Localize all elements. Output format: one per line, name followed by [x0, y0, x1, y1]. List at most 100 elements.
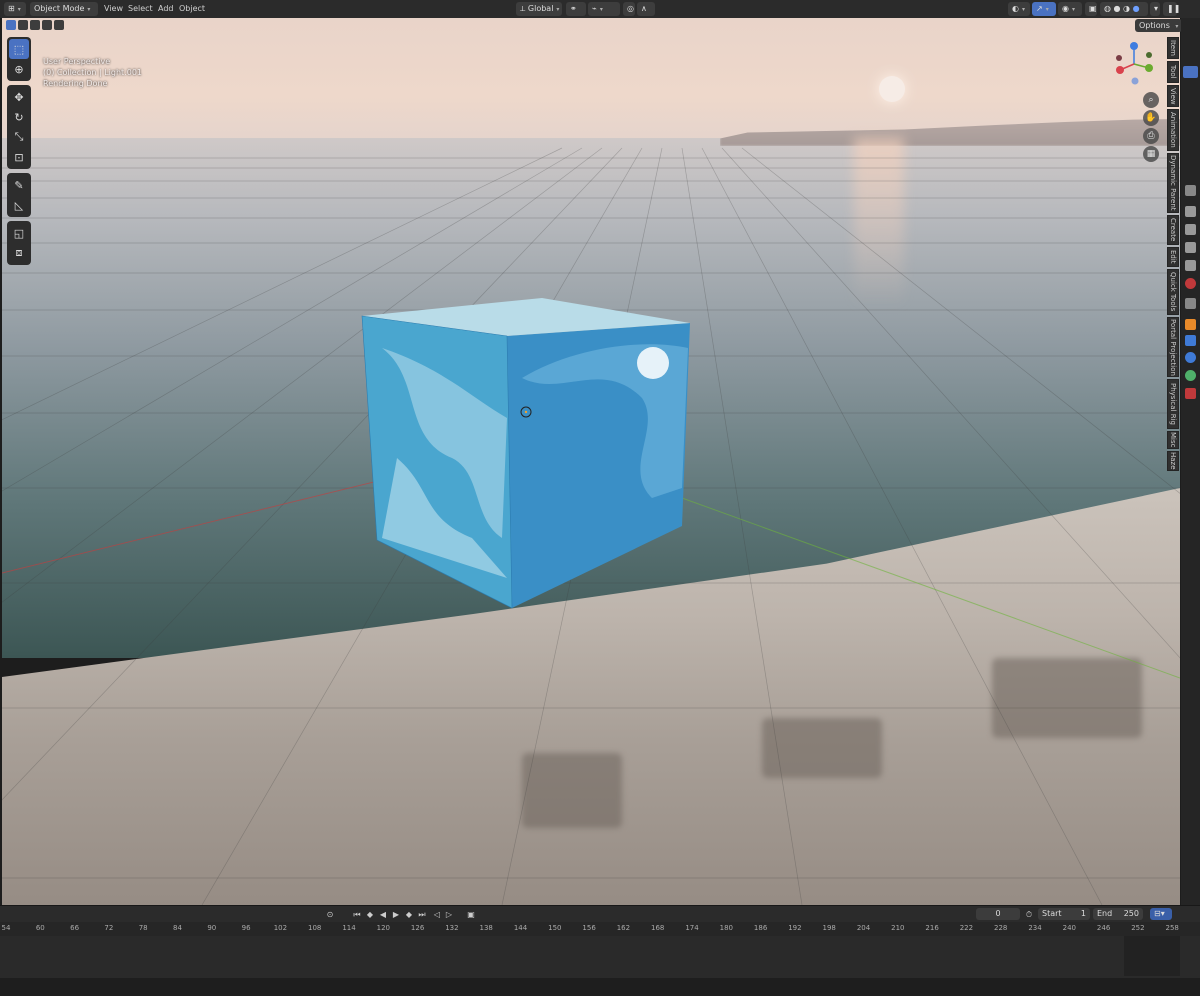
pivot-icon[interactable]: ⚭	[566, 2, 586, 16]
timeline-out-of-range	[1124, 936, 1180, 976]
next-frame-icon[interactable]: ▷	[444, 909, 454, 920]
select-box-icon[interactable]: ⬚	[9, 39, 29, 59]
scene-properties-icon[interactable]	[1185, 260, 1196, 271]
menu-select[interactable]: Select	[128, 2, 153, 16]
timeline-view-icon[interactable]: ⊟▾	[1150, 908, 1172, 920]
zoom-icon[interactable]: ⌕	[1143, 92, 1159, 108]
pause-icon[interactable]: ❚❚	[1163, 2, 1180, 16]
tool-properties-icon[interactable]	[1185, 185, 1196, 196]
ruler-tick: 72	[104, 924, 114, 932]
options-dropdown[interactable]: Options ▾	[1135, 19, 1183, 32]
ruler-tick: 186	[753, 924, 768, 932]
overlay-toggle-icon[interactable]: ◉ ▾	[1058, 2, 1082, 16]
rotate-icon[interactable]: ↻	[9, 107, 29, 127]
tab-physical-rig[interactable]: Physical Rig	[1167, 379, 1179, 429]
scale-icon[interactable]: ⤡	[9, 127, 29, 147]
record-icon[interactable]: ⊙	[325, 909, 335, 920]
stopwatch-icon[interactable]: ⏱	[1024, 909, 1034, 920]
world-properties-icon[interactable]	[1185, 278, 1196, 289]
transform-icon[interactable]: ⊡	[9, 147, 29, 167]
select-subtract-icon[interactable]	[30, 20, 40, 30]
tab-dynamic-parent[interactable]: Dynamic Parent	[1167, 153, 1179, 213]
hand-pan-icon[interactable]: ✋	[1143, 110, 1159, 126]
grid-view-icon[interactable]: ▦	[1143, 146, 1159, 162]
properties-tab-strip	[1181, 18, 1200, 905]
select-extend-icon[interactable]	[18, 20, 28, 30]
ruler-tick: 246	[1096, 924, 1111, 932]
tab-view[interactable]: View	[1167, 85, 1179, 107]
prev-frame-icon[interactable]: ◁	[432, 909, 442, 920]
falloff-icon[interactable]: ∧	[637, 2, 655, 16]
sidebar-tabs: Item Tool View Animation Dynamic Parent …	[1167, 37, 1179, 473]
annotate-icon[interactable]: ✎	[9, 175, 29, 195]
select-intersect-icon[interactable]	[54, 20, 64, 30]
ice-cube-object[interactable]	[361, 298, 690, 609]
physics-properties-icon[interactable]	[1185, 352, 1196, 363]
3d-viewport[interactable]: User Perspective (0) Collection | Light.…	[2, 18, 1180, 905]
visibility-icon[interactable]: ◐ ▾	[1008, 2, 1030, 16]
ruler-tick: 90	[207, 924, 217, 932]
modifier-properties-icon[interactable]	[1185, 335, 1196, 346]
timeline-track-area[interactable]	[0, 936, 1200, 978]
z-axis-icon	[1130, 42, 1138, 50]
tab-animation[interactable]: Animation	[1167, 109, 1179, 151]
tab-edit[interactable]: Edit	[1167, 247, 1179, 267]
extrude-icon[interactable]: ⧈	[9, 243, 29, 263]
tab-haze[interactable]: Haze	[1167, 451, 1179, 471]
jump-start-icon[interactable]: ⏮	[352, 909, 362, 920]
proportional-edit-icon[interactable]: ◎	[623, 2, 635, 16]
play-reverse-icon[interactable]: ◀	[378, 909, 388, 920]
collection-properties-icon[interactable]	[1185, 298, 1196, 309]
shading-modes[interactable]: ◍ ● ◑ ●	[1100, 2, 1148, 16]
timeline-ruler[interactable]: 54 60 66 72 78 84 90 96 102 108 114 120 126 132 138 144…	[0, 922, 1200, 936]
xray-icon[interactable]: ▣	[1085, 2, 1097, 16]
add-cube-icon[interactable]: ◱	[9, 223, 29, 243]
ruler-tick: 240	[1062, 924, 1076, 932]
keying-icon[interactable]: ▣	[466, 909, 476, 920]
menu-object[interactable]: Object	[179, 2, 205, 16]
tab-create[interactable]: Create	[1167, 215, 1179, 245]
navigation-gizmo[interactable]	[1113, 40, 1159, 86]
menu-add[interactable]: Add	[158, 2, 174, 16]
view-layer-icon[interactable]	[1185, 242, 1196, 253]
mode-dropdown[interactable]: Object Mode ▾	[30, 2, 98, 16]
jump-end-icon[interactable]: ⏭	[417, 909, 427, 920]
menu-view[interactable]: View	[104, 2, 123, 16]
measure-icon[interactable]: ◺	[9, 195, 29, 215]
view-name: User Perspective	[43, 57, 111, 66]
orientation-dropdown[interactable]: ⟂ Global ▾	[516, 2, 562, 16]
tab-portal-projection[interactable]: Portal Projection	[1167, 317, 1179, 377]
current-frame-field[interactable]: 0	[976, 908, 1020, 920]
prev-keyframe-icon[interactable]: ◆	[365, 909, 375, 920]
move-icon[interactable]: ✥	[9, 87, 29, 107]
orientation-label: Global	[527, 4, 554, 13]
render-properties-icon[interactable]	[1185, 206, 1196, 217]
object-properties-icon[interactable]	[1185, 319, 1196, 330]
cursor-icon[interactable]: ⊕	[9, 59, 29, 79]
camera-icon[interactable]: ⎙	[1143, 128, 1159, 144]
gizmo-toggle-icon[interactable]: ↗ ▾	[1032, 2, 1056, 16]
tab-tool[interactable]: Tool	[1167, 61, 1179, 83]
end-value: 250	[1123, 909, 1139, 918]
tab-misc[interactable]: Misc	[1167, 431, 1179, 449]
ruler-tick: 96	[241, 924, 251, 932]
properties-active-tab-icon[interactable]	[1183, 66, 1198, 78]
start-frame-field[interactable]: Start 1	[1038, 908, 1090, 920]
collection-info: (0) Collection | Light.001	[43, 68, 143, 77]
tab-item[interactable]: Item	[1167, 37, 1179, 59]
editor-type-icon[interactable]: ⊞ ▾	[4, 2, 26, 16]
snap-icon[interactable]: ⌁ ▾	[588, 2, 620, 16]
end-frame-field[interactable]: End 250	[1093, 908, 1143, 920]
select-invert-icon[interactable]	[42, 20, 52, 30]
output-properties-icon[interactable]	[1185, 224, 1196, 235]
next-keyframe-icon[interactable]: ◆	[404, 909, 414, 920]
viewport-info: User Perspective (0) Collection | Light.…	[43, 56, 142, 89]
shading-dropdown-icon[interactable]: ▾	[1150, 2, 1160, 16]
ruler-tick: 192	[788, 924, 802, 932]
play-icon[interactable]: ▶	[391, 909, 401, 920]
constraint-properties-icon[interactable]	[1185, 370, 1196, 381]
select-new-icon[interactable]	[6, 20, 16, 30]
x-axis-icon	[1116, 66, 1124, 74]
tab-quick-tools[interactable]: Quick Tools	[1167, 269, 1179, 315]
material-properties-icon[interactable]	[1185, 388, 1196, 399]
